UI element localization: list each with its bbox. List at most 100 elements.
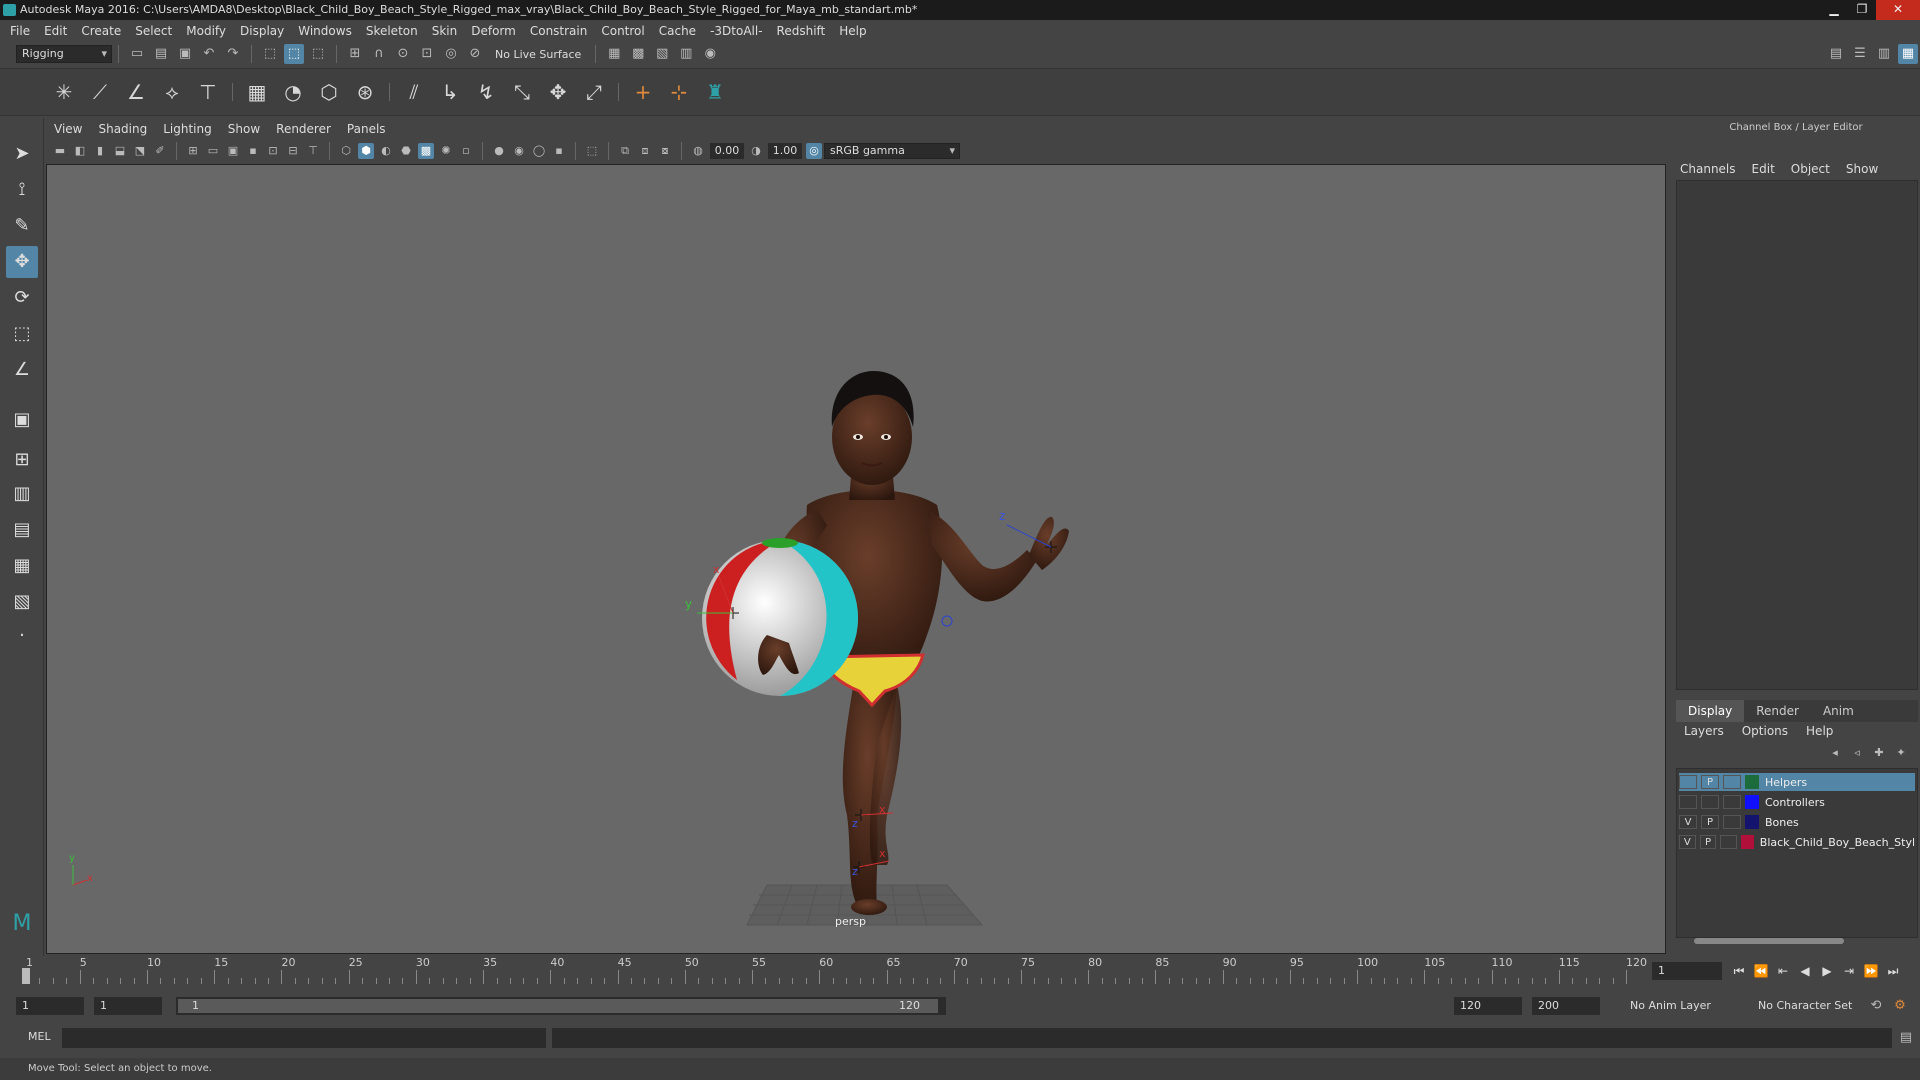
xray-joints-icon[interactable]: ⧈ [637, 143, 653, 159]
flat-shade-icon[interactable]: ◐ [378, 143, 394, 159]
menu-skin[interactable]: Skin [432, 24, 458, 38]
grid-icon[interactable]: ⊞ [185, 143, 201, 159]
menu-file[interactable]: File [10, 24, 30, 38]
bind-skin-icon[interactable]: ▦ [242, 77, 272, 107]
animation-start-field[interactable]: 1 [16, 997, 84, 1015]
menu-skeleton[interactable]: Skeleton [366, 24, 418, 38]
mirror-joint-icon[interactable]: ⊤ [193, 77, 223, 107]
exposure-icon[interactable]: ◍ [690, 143, 706, 159]
single-perspective-icon[interactable]: ▣ [6, 404, 38, 436]
hypershade-icon[interactable]: ◉ [700, 44, 720, 64]
layer-color-swatch[interactable] [1745, 775, 1759, 789]
range-slider[interactable]: 1 120 [176, 997, 946, 1015]
channel-box-area[interactable] [1676, 180, 1918, 690]
animation-end-field[interactable]: 200 [1532, 997, 1600, 1015]
persp-graph-icon[interactable]: ▤ [6, 514, 38, 546]
playback-end-field[interactable]: 120 [1454, 997, 1522, 1015]
create-joint-icon[interactable]: ✳ [49, 77, 79, 107]
rotate-tool-icon[interactable]: ⟳ [6, 282, 38, 314]
layer-row-bones[interactable]: V P Bones [1679, 813, 1915, 831]
render-frame-icon[interactable]: ▩ [628, 44, 648, 64]
shadows-icon[interactable]: ▫ [458, 143, 474, 159]
select-object-icon[interactable]: ⬚ [284, 44, 304, 64]
script-editor-icon[interactable]: · [6, 620, 38, 652]
close-button[interactable]: ✕ [1876, 0, 1920, 20]
layer-playback[interactable] [1701, 795, 1719, 809]
le-menu-layers[interactable]: Layers [1684, 724, 1724, 738]
four-view-icon[interactable]: ⊞ [6, 444, 38, 476]
menu-windows[interactable]: Windows [298, 24, 352, 38]
color-space-dropdown[interactable]: sRGB gamma [824, 143, 960, 159]
play-forwards-icon[interactable]: ▶ [1817, 962, 1837, 980]
vp-menu-lighting[interactable]: Lighting [163, 122, 212, 136]
select-tool-icon[interactable]: ➤ [6, 138, 38, 170]
menu-select[interactable]: Select [135, 24, 172, 38]
menu-display[interactable]: Display [240, 24, 284, 38]
snap-grid-icon[interactable]: ⊞ [345, 44, 365, 64]
layer-color-swatch[interactable] [1745, 795, 1759, 809]
isolate-select-icon[interactable]: ⬚ [584, 143, 600, 159]
layer-color-swatch[interactable] [1740, 835, 1754, 849]
minimize-button[interactable]: ▁ [1820, 0, 1848, 20]
vp-menu-show[interactable]: Show [228, 122, 260, 136]
cluster-icon[interactable]: ⊛ [350, 77, 380, 107]
layer-visibility[interactable] [1679, 775, 1697, 789]
current-time-indicator[interactable] [22, 968, 30, 984]
gate-mask-icon[interactable]: ▪ [245, 143, 261, 159]
camera-select-icon[interactable]: ▬ [52, 143, 68, 159]
channel-box-icon[interactable]: ▦ [1898, 44, 1918, 64]
step-back-key-icon[interactable]: ⇤ [1773, 962, 1793, 980]
menu-constrain[interactable]: Constrain [530, 24, 588, 38]
layer-playback[interactable]: P [1701, 775, 1719, 789]
new-empty-layer-icon[interactable]: ✚ [1870, 744, 1888, 762]
cb-menu-channels[interactable]: Channels [1680, 162, 1736, 176]
ik-handle-icon[interactable]: ∠ [121, 77, 151, 107]
new-scene-icon[interactable]: ▭ [127, 44, 147, 64]
cb-menu-object[interactable]: Object [1791, 162, 1830, 176]
tab-display[interactable]: Display [1676, 700, 1745, 722]
go-to-end-icon[interactable]: ⏭ [1883, 962, 1903, 980]
scrollbar-thumb[interactable] [1694, 938, 1844, 944]
layer-editor-scrollbar[interactable] [1682, 936, 1910, 946]
vp-menu-shading[interactable]: Shading [98, 122, 147, 136]
ik-spline-icon[interactable]: ⟡ [157, 77, 187, 107]
layer-display-type[interactable] [1723, 775, 1741, 789]
layer-row-controllers[interactable]: Controllers [1679, 793, 1915, 811]
save-scene-icon[interactable]: ▣ [175, 44, 195, 64]
smooth-bind-icon[interactable]: ◔ [278, 77, 308, 107]
last-tool-icon[interactable]: ∠ [6, 354, 38, 386]
camera-attributes-icon[interactable]: ◧ [72, 143, 88, 159]
tool-settings-icon[interactable]: ▥ [1874, 44, 1894, 64]
modeling-toolkit-icon[interactable]: ▤ [1826, 44, 1846, 64]
menu-deform[interactable]: Deform [471, 24, 516, 38]
locator-icon[interactable]: + [628, 77, 658, 107]
xray-icon[interactable]: ⧉ [617, 143, 633, 159]
animation-preferences-icon[interactable]: ⚙ [1890, 996, 1910, 1016]
restore-button[interactable]: ❐ [1848, 0, 1876, 20]
resolution-gate-icon[interactable]: ▣ [225, 143, 241, 159]
layer-visibility[interactable]: V [1679, 815, 1697, 829]
menu-control[interactable]: Control [601, 24, 644, 38]
film-gate-icon[interactable]: ▭ [205, 143, 221, 159]
safe-title-icon[interactable]: ⊤ [305, 143, 321, 159]
menu-edit[interactable]: Edit [44, 24, 67, 38]
range-slider-thumb[interactable]: 1 120 [178, 999, 938, 1013]
attribute-editor-icon[interactable]: ☰ [1850, 44, 1870, 64]
2d-pan-zoom-icon[interactable]: ⬔ [132, 143, 148, 159]
snap-point-icon[interactable]: ⊙ [393, 44, 413, 64]
human-ik-icon[interactable]: ♜ [700, 77, 730, 107]
move-layer-up-icon[interactable]: ◂ [1826, 744, 1844, 762]
orient-constraint-icon[interactable]: ↯ [471, 77, 501, 107]
motion-blur-icon[interactable]: ◉ [511, 143, 527, 159]
snap-curve-icon[interactable]: ∩ [369, 44, 389, 64]
point-constraint-icon[interactable]: ⫽ [399, 77, 429, 107]
layer-color-swatch[interactable] [1745, 815, 1759, 829]
step-forward-key-icon[interactable]: ⇥ [1839, 962, 1859, 980]
snap-view-icon[interactable]: ⊡ [417, 44, 437, 64]
smooth-shade-icon[interactable]: ⬢ [358, 143, 374, 159]
step-forward-icon[interactable]: ⏩ [1861, 962, 1881, 980]
aim-constraint-icon[interactable]: ↳ [435, 77, 465, 107]
field-chart-icon[interactable]: ⊡ [265, 143, 281, 159]
layer-row-helpers[interactable]: P Helpers [1679, 773, 1915, 791]
new-layer-selected-icon[interactable]: ✦ [1892, 744, 1910, 762]
